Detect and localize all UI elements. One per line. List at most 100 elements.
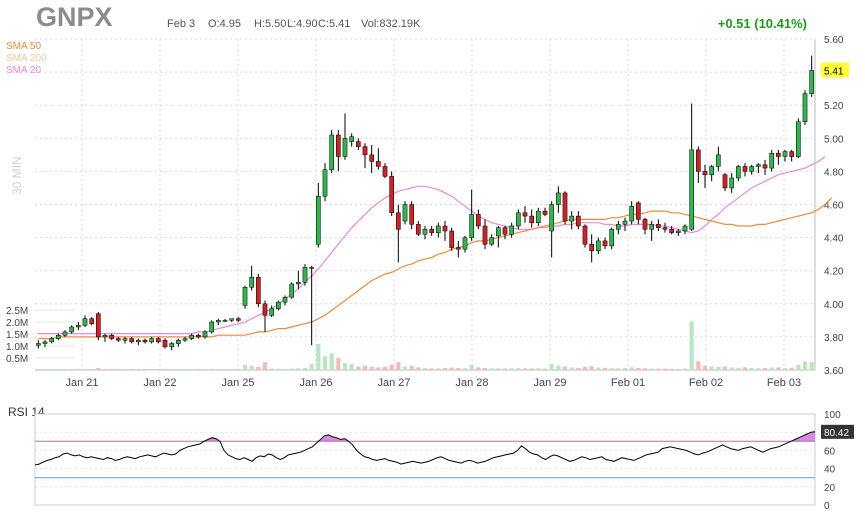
candle-body [156, 338, 161, 343]
volume-bar [702, 365, 708, 370]
candle-body [429, 229, 434, 233]
candle-body [516, 212, 521, 227]
volume-bar [376, 367, 381, 370]
volume-bar [502, 368, 508, 370]
candle-body [809, 70, 814, 94]
volume-bar [596, 367, 601, 370]
volume-bar [709, 366, 714, 370]
volume-bar [289, 368, 294, 370]
candle-body [129, 338, 134, 343]
candle-body [456, 247, 461, 250]
candle-body [56, 334, 61, 339]
candle-body [522, 212, 528, 217]
rsi-panel [34, 413, 816, 506]
candle-body [242, 287, 248, 306]
candle-body [62, 331, 68, 336]
volume-bar [102, 369, 108, 370]
candle-body [269, 308, 274, 316]
candle-body [549, 204, 554, 232]
candle-body [469, 214, 474, 238]
volume-bar [489, 368, 494, 370]
y-tick-label: 3.80 [824, 333, 844, 344]
candle-body [142, 339, 148, 343]
volume-bar [56, 369, 61, 370]
candle-body [449, 230, 454, 248]
volume-bars [36, 321, 814, 370]
y-tick-label: 4.00 [824, 300, 844, 311]
volume-bar [149, 369, 154, 370]
volume-bar [182, 369, 188, 370]
volume-bar [189, 369, 194, 370]
candle-body [76, 325, 81, 328]
candle-body [582, 225, 588, 245]
candle-body [729, 177, 734, 189]
candle-body [336, 134, 341, 157]
candle-body [422, 229, 428, 235]
volume-bar [762, 367, 768, 370]
volume-bar [462, 368, 468, 370]
volume-bar [516, 367, 521, 370]
candle-body [609, 229, 614, 247]
candle-body [736, 166, 741, 179]
candle-body [236, 318, 241, 321]
y-tick-label: 3.60 [824, 366, 844, 377]
candle-body [329, 134, 334, 170]
candle-body [182, 338, 188, 341]
candle-body [622, 220, 628, 225]
x-tick-label: Feb 01 [611, 377, 645, 389]
candle-body [342, 138, 348, 157]
candle-body [476, 214, 481, 227]
candle-body [389, 176, 394, 214]
candle-body [536, 210, 541, 223]
candle-body [602, 240, 608, 247]
volume-bar [682, 368, 688, 370]
candle-body [749, 166, 754, 172]
x-tick-label: Jan 27 [377, 377, 410, 389]
candle-body [682, 225, 688, 232]
candle-body [136, 339, 141, 343]
candle-body [282, 296, 288, 303]
candle-body [462, 237, 468, 250]
volume-bar [109, 369, 114, 370]
volume-bar [456, 367, 461, 370]
volume-bar [676, 368, 681, 370]
volume-bar [689, 321, 694, 370]
volume-bar [729, 367, 734, 370]
candle-body [589, 243, 594, 252]
volume-bar [542, 368, 548, 370]
volume-bar [436, 368, 441, 370]
y-tick-label: 4.20 [824, 267, 844, 278]
rsi-tick-label: 40 [824, 465, 836, 476]
candle-body [116, 338, 121, 341]
candle-body [596, 240, 601, 252]
y-tick-label: 4.80 [824, 167, 844, 178]
volume-bar [302, 367, 308, 370]
candle-body [396, 212, 401, 230]
candle-body [322, 169, 328, 197]
volume-bar [789, 367, 794, 370]
volume-bar [449, 367, 454, 370]
volume-bar [636, 367, 641, 370]
volume-tick-label: 1.5M [6, 330, 28, 341]
candle-body [369, 154, 374, 162]
volume-bar [716, 366, 721, 370]
candle-body [542, 210, 548, 215]
candle-body [356, 141, 361, 147]
volume-bar [36, 369, 41, 370]
candle-body [82, 318, 88, 326]
candle-body [162, 339, 168, 348]
candle-body [229, 318, 234, 321]
volume-bar [349, 363, 354, 370]
candle-body [196, 334, 201, 338]
candle-body [702, 171, 708, 175]
candle-body [416, 224, 421, 235]
volume-bar [396, 362, 401, 370]
candle-body [409, 204, 414, 225]
volume-bar [756, 368, 761, 370]
candle-body [376, 161, 381, 167]
volume-bar [482, 367, 488, 370]
volume-bar [309, 363, 314, 370]
x-tick-label: Jan 22 [143, 377, 176, 389]
volume-bar [742, 367, 748, 370]
candle-body [36, 343, 41, 346]
